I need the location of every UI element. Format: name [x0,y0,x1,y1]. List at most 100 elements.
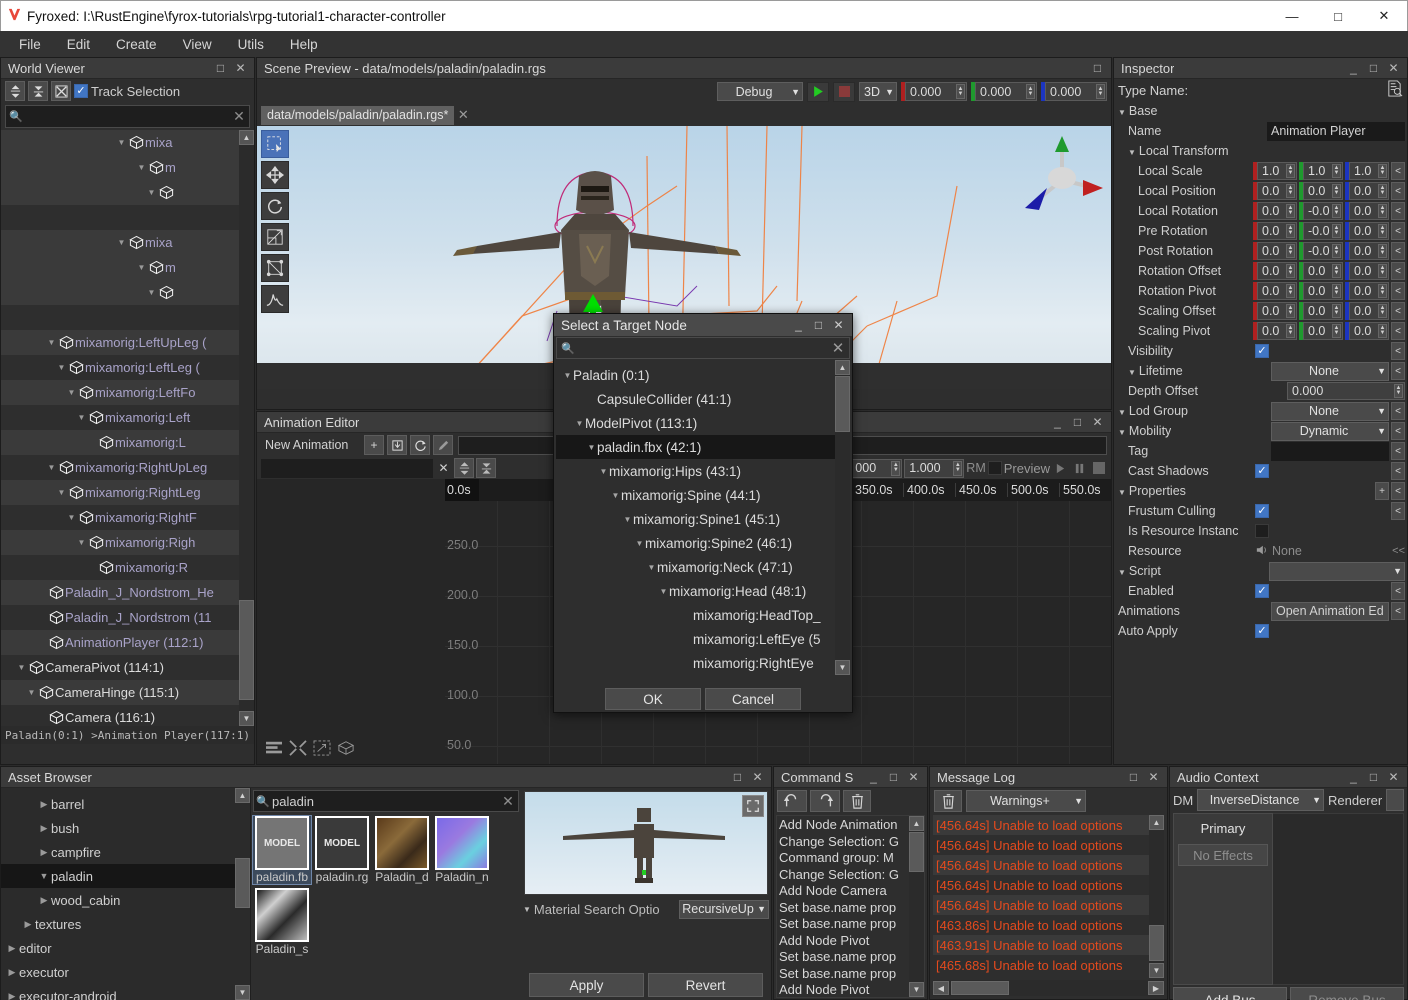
stepper-icon[interactable]: ▲ ▼ [1378,184,1387,198]
stepper-icon[interactable]: ▲ ▼ [1286,244,1295,258]
distance-model-dropdown[interactable]: InverseDistance ▼ [1197,789,1324,811]
dialog-tree-node[interactable]: mixamorig:HeadTop_ [556,603,850,627]
close-icon[interactable]: ✕ [232,60,249,77]
clear-search-icon[interactable]: ✕ [229,108,249,125]
asset-folder-item[interactable]: ▶ executor [1,960,250,984]
command-stack-item[interactable]: Set base.name prop [777,916,924,933]
world-tree-node[interactable]: Paladin_J_Nordstrom_He [1,580,254,605]
asset-tile[interactable]: Paladin_n [433,816,491,884]
world-tree-node[interactable]: ▼ m [1,155,254,180]
audio-bus-graph[interactable] [1273,813,1404,985]
command-stack-item[interactable]: Set base.name prop [777,949,924,966]
chevron-right-icon[interactable]: ▶ [5,991,19,1000]
depth-offset-input[interactable]: 0.000 ▲ ▼ [1287,382,1405,400]
revert-property-button[interactable]: < [1391,462,1405,480]
scroll-thumb[interactable] [835,376,850,432]
revert-property-button[interactable]: < [1391,442,1405,460]
stepper-icon[interactable]: ▲ ▼ [1378,164,1387,178]
expand-icon[interactable] [742,795,764,817]
audio-bus-primary[interactable]: Primary No Effects [1173,813,1273,985]
world-tree-node[interactable]: ▼ mixamorig:Righ [1,530,254,555]
revert-property-button[interactable]: < [1391,242,1405,260]
scroll-up-icon[interactable]: ▲ [239,130,254,145]
maximize-icon[interactable]: □ [212,60,229,77]
navmesh-icon[interactable] [261,254,289,282]
asset-folder-item[interactable]: ▶ editor [1,936,250,960]
expand-arrow-icon[interactable]: ▼ [45,463,58,472]
stepper-icon[interactable]: ▲ ▼ [1286,324,1295,338]
expand-arrow-icon[interactable]: ▼ [25,688,38,697]
auto-apply-checkbox[interactable]: ✓ [1255,624,1269,638]
stepper-icon[interactable]: ▲ ▼ [1378,324,1387,338]
maximize-button[interactable]: □ [1315,1,1361,31]
stepper-icon[interactable]: ▲ ▼ [953,460,963,476]
world-tree-node[interactable]: ▼ mixa [1,130,254,155]
stepper-icon[interactable]: ▲ ▼ [1332,324,1341,338]
axis-gizmo-icon[interactable] [1017,130,1107,220]
node-icon[interactable] [337,740,355,759]
trash-icon[interactable] [843,790,871,812]
chevron-down-icon[interactable]: ▼ [1128,148,1136,157]
close-icon[interactable]: ✕ [1145,769,1162,786]
maximize-icon[interactable]: □ [885,769,902,786]
animation-speed-b-input[interactable]: 1.000 ▲ ▼ [904,458,965,478]
message-log-scrollbar[interactable]: ▲ ▼ [1149,815,1164,978]
vector-component-input[interactable]: 1.0 ▲ ▼ [1257,162,1297,180]
revert-property-button[interactable]: < [1391,602,1405,620]
revert-property-button[interactable]: < [1391,182,1405,200]
world-tree-node[interactable]: ▼ [1,280,254,305]
vector-component-input[interactable]: 0.0 ▲ ▼ [1257,202,1297,220]
cast-shadows-checkbox[interactable]: ✓ [1255,464,1269,478]
vector-component-input[interactable]: -0.0 ▲ ▼ [1303,222,1343,240]
scale-icon[interactable] [261,223,289,251]
stepper-icon[interactable]: ▲ ▼ [1286,304,1295,318]
resource-browse-button[interactable]: << [1392,545,1405,557]
stepper-icon[interactable]: ▲ ▼ [1286,264,1295,278]
world-viewer-scrollbar[interactable]: ▲ ▼ [239,130,254,726]
scroll-down-icon[interactable]: ▼ [239,711,254,726]
asset-tile[interactable]: MODEL paladin.fb [252,815,312,885]
track-selection-checkbox[interactable]: ✓ [74,84,88,98]
close-icon[interactable]: ✕ [1385,60,1402,77]
undo-icon[interactable] [777,790,807,812]
collapse-all-icon[interactable] [5,81,25,101]
close-tab-icon[interactable]: ✕ [454,107,472,123]
world-tree-node[interactable]: ▼ mixamorig:RightLeg [1,480,254,505]
close-icon[interactable]: ✕ [1385,769,1402,786]
revert-property-button[interactable]: < [1391,222,1405,240]
world-tree-node[interactable]: mixamorig:L [1,430,254,455]
scroll-down-icon[interactable]: ▼ [1149,963,1164,978]
tag-input[interactable] [1271,441,1389,461]
message-log-hscrollbar[interactable]: ◀ ▶ [933,980,1164,996]
frustum-culling-checkbox[interactable]: ✓ [1255,504,1269,518]
stepper-icon[interactable]: ▲ ▼ [1378,304,1387,318]
move-icon[interactable] [261,161,289,189]
dialog-tree-node[interactable]: ▼ mixamorig:Hips (43:1) [556,459,850,483]
pause-icon[interactable] [1071,460,1088,477]
expand-arrow-icon[interactable]: ▼ [634,539,645,548]
vector-component-input[interactable]: 0.0 ▲ ▼ [1349,222,1389,240]
expand-arrow-icon[interactable]: ▼ [55,363,68,372]
vector-component-input[interactable]: 0.0 ▲ ▼ [1349,202,1389,220]
enabled-checkbox[interactable]: ✓ [1255,584,1269,598]
lod-group-dropdown[interactable]: None ▼ [1271,401,1389,421]
terrain-icon[interactable] [261,285,289,313]
clear-search-icon[interactable]: ✕ [827,339,849,357]
maximize-icon[interactable]: □ [729,769,746,786]
world-tree-node[interactable]: AnimationPlayer (112:1) [1,630,254,655]
revert-property-button[interactable]: < [1391,162,1405,180]
asset-folder-tree[interactable]: ▶ barrel ▶ bush ▶ campfire ▼ paladin ▶ wood_cabin… [1,788,251,1000]
expand-arrow-icon[interactable]: ▼ [598,467,609,476]
command-stack-item[interactable]: Command group: M [777,850,924,867]
chevron-down-icon[interactable]: ▼ [1118,428,1126,437]
lifetime-dropdown[interactable]: None ▼ [1271,361,1389,381]
scroll-thumb-h[interactable] [951,981,1009,995]
reimport-icon[interactable] [410,435,430,455]
world-tree-node[interactable]: ▼ [1,180,254,205]
close-icon[interactable]: ✕ [830,317,847,334]
locate-selection-icon[interactable] [51,81,71,101]
vector-component-input[interactable]: 0.0 ▲ ▼ [1349,302,1389,320]
open-animation-editor-button[interactable]: Open Animation Ed [1271,601,1389,621]
scroll-up-icon[interactable]: ▲ [909,816,924,831]
vector-component-input[interactable]: 0.0 ▲ ▼ [1257,302,1297,320]
